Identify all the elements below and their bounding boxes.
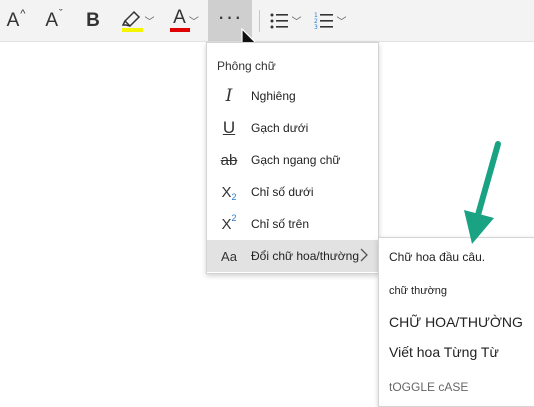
highlight-color-bar [122, 28, 143, 32]
menu-section-header: Phông chữ [217, 59, 276, 73]
font-color-button[interactable]: A ﹀ [166, 0, 206, 41]
menu-item-underline[interactable]: U Gạch dưới [207, 112, 378, 144]
submenu-item-sentence-case[interactable]: Chữ hoa đầu câu. [389, 250, 485, 264]
submenu-item-capitalize-each-word[interactable]: Viết hoa Từng Từ [389, 344, 499, 360]
menu-item-italic[interactable]: I Nghiêng [207, 80, 378, 112]
grow-font-button[interactable]: A ^ [2, 0, 30, 41]
strikethrough-icon: ab [220, 151, 238, 169]
chevron-down-icon: ﹀ [144, 17, 155, 28]
bullet-list-icon [270, 13, 288, 28]
numbered-list-icon: 1 2 3 [314, 12, 333, 31]
change-case-submenu: Chữ hoa đầu câu. chữ thường CHỮ HOA/THƯỜ… [378, 237, 534, 407]
submenu-item-toggle-case[interactable]: tOGGLE cASE [389, 380, 468, 394]
underline-icon: U [222, 118, 236, 137]
chevron-down-icon: ﹀ [291, 17, 302, 28]
more-options-menu: Phông chữ I Nghiêng U Gạch dưới ab Gạch … [206, 42, 379, 274]
shrink-font-button[interactable]: Aˇ [40, 0, 68, 41]
bold-button[interactable]: B [80, 0, 106, 41]
svg-text:3: 3 [314, 24, 318, 31]
italic-icon: I [225, 86, 233, 106]
menu-item-strikethrough[interactable]: ab Gạch ngang chữ [207, 144, 378, 176]
highlight-button[interactable]: ﹀ [116, 0, 158, 41]
more-icon: ··· [217, 3, 243, 29]
font-color-icon: A [173, 6, 186, 28]
submenu-item-lowercase[interactable]: chữ thường [389, 285, 447, 297]
bullets-button[interactable]: ﹀ [266, 0, 304, 41]
subscript-icon: X2 [221, 183, 237, 203]
change-case-icon: Aa [221, 248, 237, 264]
superscript-icon: X2 [221, 213, 237, 233]
chevron-right-icon [360, 248, 368, 262]
bold-icon: B [86, 9, 100, 31]
submenu-item-uppercase[interactable]: CHỮ HOA/THƯỜNG [389, 314, 523, 330]
menu-item-subscript[interactable]: X2 Chỉ số dưới [207, 176, 378, 208]
formatting-toolbar: A ^ Aˇ B ﹀ A ﹀ ··· ﹀ 1 2 3 ﹀ [0, 0, 534, 42]
numbering-button[interactable]: 1 2 3 ﹀ [310, 0, 350, 41]
menu-item-change-case[interactable]: Aa Đổi chữ hoa/thường [207, 240, 378, 272]
font-color-bar [170, 28, 190, 32]
grow-font-icon: A [6, 9, 20, 31]
menu-item-superscript[interactable]: X2 Chỉ số trên [207, 208, 378, 240]
shrink-font-icon: A [45, 9, 58, 31]
chevron-down-icon: ﹀ [188, 17, 199, 28]
callout-arrow-icon [464, 141, 501, 244]
chevron-down-icon: ﹀ [336, 17, 347, 28]
